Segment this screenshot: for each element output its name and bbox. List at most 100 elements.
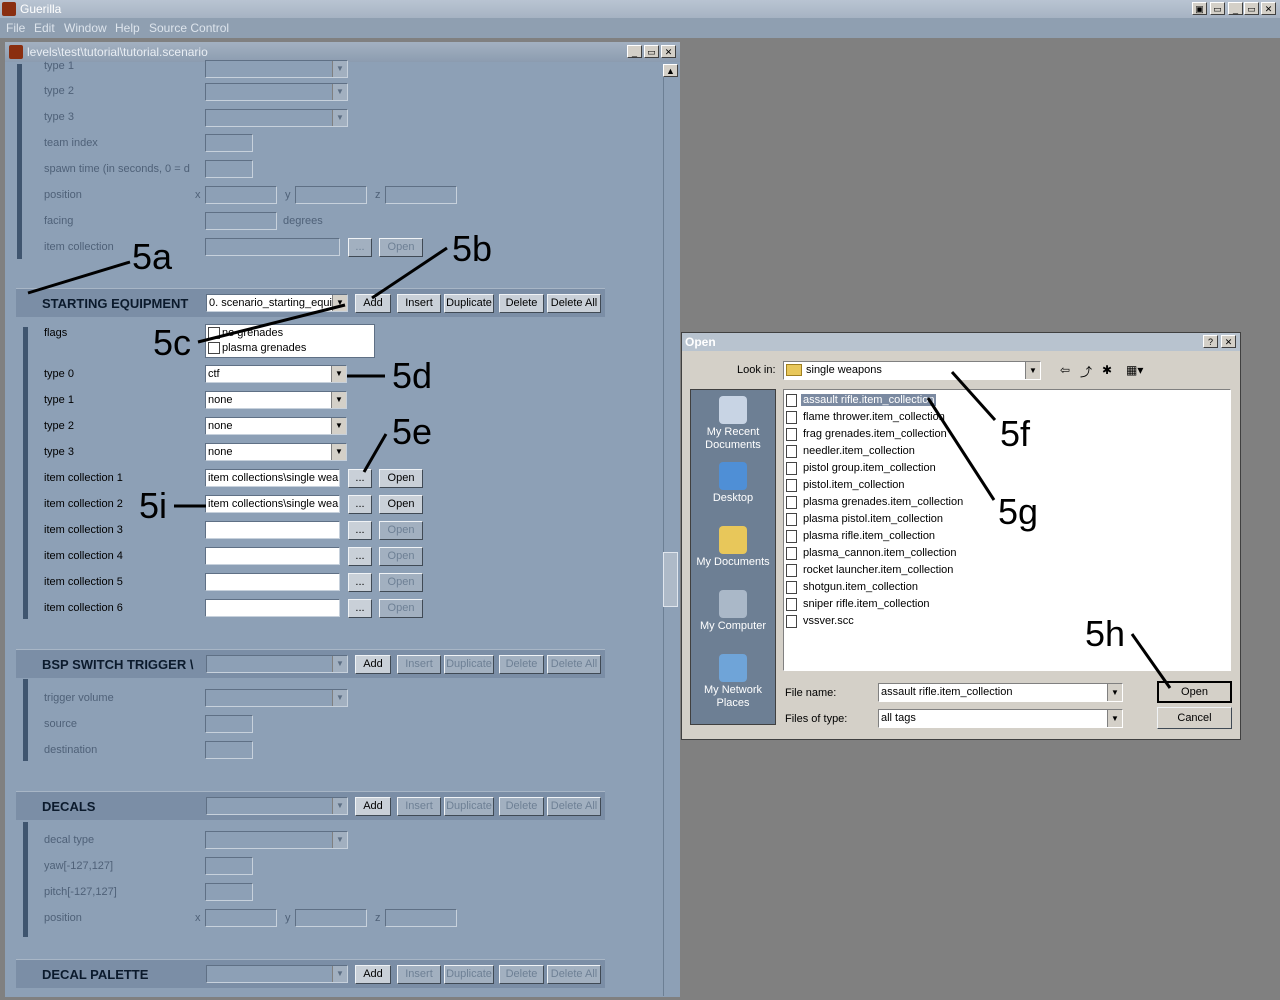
file-item[interactable]: frag grenades.item_collection xyxy=(786,426,949,442)
facing-field[interactable] xyxy=(205,212,277,230)
delete-button[interactable]: Delete xyxy=(499,797,544,816)
place-network[interactable]: My Network Places xyxy=(691,654,775,710)
dialog-open-button[interactable]: Open xyxy=(1157,681,1232,703)
item-collection-6-open-button[interactable]: Open xyxy=(379,599,423,618)
item-collection-6-browse-button[interactable]: ... xyxy=(348,599,372,618)
item-collection-field[interactable] xyxy=(205,238,340,256)
insert-button[interactable]: Insert xyxy=(397,655,441,674)
item-collection-4-browse-button[interactable]: ... xyxy=(348,547,372,566)
item-collection-1-open-button[interactable]: Open xyxy=(379,469,423,488)
delete-button[interactable]: Delete xyxy=(499,965,544,984)
file-item[interactable]: needler.item_collection xyxy=(786,443,917,459)
decal-position-z-field[interactable] xyxy=(385,909,457,927)
delete-all-button[interactable]: Delete All xyxy=(547,655,601,674)
place-recent[interactable]: My Recent Documents xyxy=(691,396,775,452)
maximize-icon[interactable]: ▭ xyxy=(1244,2,1259,15)
file-item[interactable]: assault rifle.item_collection xyxy=(786,392,937,408)
duplicate-button[interactable]: Duplicate xyxy=(444,797,494,816)
place-my-computer[interactable]: My Computer xyxy=(691,590,775,633)
file-item[interactable]: vssver.scc xyxy=(786,613,856,629)
dialog-close-icon[interactable]: ✕ xyxy=(1221,335,1236,348)
browse-button[interactable]: ... xyxy=(348,238,372,257)
menu-help[interactable]: Help xyxy=(115,21,140,35)
flag-plasma-grenades[interactable]: plasma grenades xyxy=(208,342,306,356)
back-icon[interactable]: ⇦ xyxy=(1060,363,1070,377)
team-index-field[interactable] xyxy=(205,134,253,152)
file-name-input[interactable]: assault rifle.item_collection ▼ xyxy=(878,683,1123,702)
item-collection-3-open-button[interactable]: Open xyxy=(379,521,423,540)
file-item[interactable]: plasma grenades.item_collection xyxy=(786,494,965,510)
dialog-cancel-button[interactable]: Cancel xyxy=(1157,707,1232,729)
item-collection-4-field[interactable] xyxy=(205,547,340,565)
child-minimize-icon[interactable]: _ xyxy=(627,45,642,58)
type1-eq-dropdown[interactable]: none ▼ xyxy=(205,391,347,409)
pitch-field[interactable] xyxy=(205,883,253,901)
item-collection-1-browse-button[interactable]: ... xyxy=(348,469,372,488)
place-my-documents[interactable]: My Documents xyxy=(691,526,775,569)
trigger-volume-dropdown[interactable]: ▼ xyxy=(205,689,348,707)
item-collection-2-browse-button[interactable]: ... xyxy=(348,495,372,514)
add-button[interactable]: Add xyxy=(355,965,391,984)
decal-position-x-field[interactable] xyxy=(205,909,277,927)
close-icon[interactable]: ✕ xyxy=(1261,2,1276,15)
decal-palette-selector[interactable]: ▼ xyxy=(206,965,348,983)
delete-button[interactable]: Delete xyxy=(499,655,544,674)
decal-position-y-field[interactable] xyxy=(295,909,367,927)
menu-file[interactable]: File xyxy=(6,21,25,35)
place-desktop[interactable]: Desktop xyxy=(691,462,775,505)
add-button[interactable]: Add xyxy=(355,655,391,674)
file-item[interactable]: flame thrower.item_collection xyxy=(786,409,947,425)
file-item[interactable]: plasma rifle.item_collection xyxy=(786,528,937,544)
add-button[interactable]: Add xyxy=(355,294,391,313)
insert-button[interactable]: Insert xyxy=(397,965,441,984)
files-of-type-dropdown[interactable]: all tags ▼ xyxy=(878,709,1123,728)
item-collection-1-field[interactable]: item collections\single wea xyxy=(205,469,340,487)
item-collection-5-field[interactable] xyxy=(205,573,340,591)
item-collection-3-browse-button[interactable]: ... xyxy=(348,521,372,540)
file-item[interactable]: plasma pistol.item_collection xyxy=(786,511,945,527)
file-item[interactable]: pistol group.item_collection xyxy=(786,460,938,476)
duplicate-button[interactable]: Duplicate xyxy=(444,294,494,313)
source-field[interactable] xyxy=(205,715,253,733)
file-item[interactable]: sniper rifle.item_collection xyxy=(786,596,932,612)
item-collection-6-field[interactable] xyxy=(205,599,340,617)
flag-no-grenades[interactable]: no grenades xyxy=(208,327,283,341)
type2-dropdown[interactable]: ▼ xyxy=(205,83,348,101)
file-item[interactable]: plasma_cannon.item_collection xyxy=(786,545,958,561)
menu-source-control[interactable]: Source Control xyxy=(149,21,229,35)
duplicate-button[interactable]: Duplicate xyxy=(444,965,494,984)
up-folder-icon[interactable]: ⤴ xyxy=(1080,363,1092,380)
bsp-switch-selector[interactable]: ▼ xyxy=(206,655,348,673)
type0-dropdown[interactable]: ctf ▼ xyxy=(205,365,347,383)
insert-button[interactable]: Insert xyxy=(397,294,441,313)
tile-icon[interactable]: ▭ xyxy=(1210,2,1225,15)
item-collection-2-open-button[interactable]: Open xyxy=(379,495,423,514)
minimize-icon[interactable]: _ xyxy=(1228,2,1243,15)
type1-dropdown[interactable]: ▼ xyxy=(205,60,348,78)
destination-field[interactable] xyxy=(205,741,253,759)
scroll-up-icon[interactable]: ▲ xyxy=(663,64,678,77)
type3-eq-dropdown[interactable]: none ▼ xyxy=(205,443,347,461)
delete-all-button[interactable]: Delete All xyxy=(547,797,601,816)
child-maximize-icon[interactable]: ▭ xyxy=(644,45,659,58)
view-menu-icon[interactable]: ▦▾ xyxy=(1126,363,1143,377)
position-x-field[interactable] xyxy=(205,186,277,204)
vertical-scrollbar[interactable] xyxy=(663,64,679,996)
starting-equipment-selector[interactable]: 0. scenario_starting_equip ▼ xyxy=(206,294,348,312)
type3-dropdown[interactable]: ▼ xyxy=(205,109,348,127)
open-button[interactable]: Open xyxy=(379,238,423,257)
duplicate-button[interactable]: Duplicate xyxy=(444,655,494,674)
delete-button[interactable]: Delete xyxy=(499,294,544,313)
decals-selector[interactable]: ▼ xyxy=(206,797,348,815)
look-in-dropdown[interactable]: single weapons ▼ xyxy=(783,361,1041,380)
spawn-time-field[interactable] xyxy=(205,160,253,178)
yaw-field[interactable] xyxy=(205,857,253,875)
position-z-field[interactable] xyxy=(385,186,457,204)
item-collection-3-field[interactable] xyxy=(205,521,340,539)
file-item[interactable]: shotgun.item_collection xyxy=(786,579,920,595)
delete-all-button[interactable]: Delete All xyxy=(547,294,601,313)
new-folder-icon[interactable]: ✱ xyxy=(1102,363,1112,377)
help-icon[interactable]: ? xyxy=(1203,335,1218,348)
item-collection-4-open-button[interactable]: Open xyxy=(379,547,423,566)
item-collection-5-browse-button[interactable]: ... xyxy=(348,573,372,592)
